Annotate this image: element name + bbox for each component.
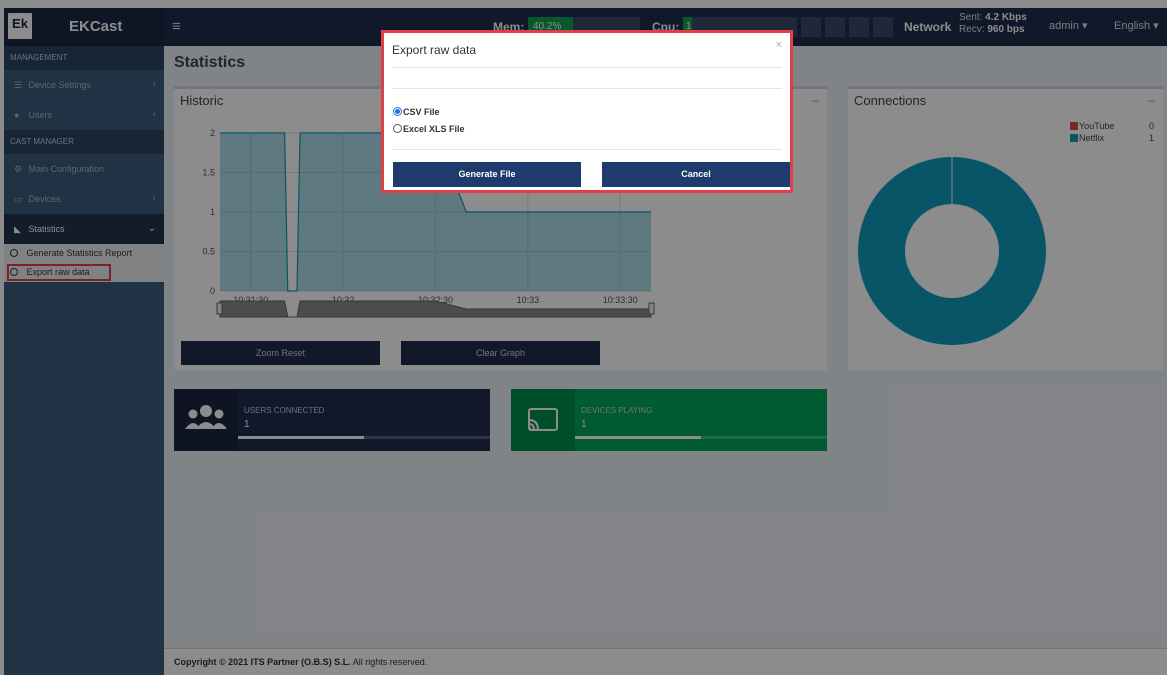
close-icon[interactable]: × — [776, 39, 782, 51]
radio-checked-icon[interactable] — [393, 107, 402, 116]
cancel-button[interactable]: Cancel — [602, 162, 790, 187]
generate-file-button[interactable]: Generate File — [393, 162, 581, 187]
radio-unchecked-icon[interactable] — [393, 124, 402, 133]
divider — [392, 88, 782, 89]
radio-xls[interactable]: Excel XLS File — [393, 124, 465, 135]
radio-label: CSV File — [403, 107, 440, 117]
divider — [392, 67, 782, 68]
export-raw-data-dialog: Export raw data × CSV File Excel XLS Fil… — [381, 30, 793, 193]
divider — [392, 149, 782, 150]
radio-label: Excel XLS File — [403, 124, 465, 134]
dialog-title: Export raw data — [392, 43, 477, 57]
radio-csv[interactable]: CSV File — [393, 107, 440, 118]
